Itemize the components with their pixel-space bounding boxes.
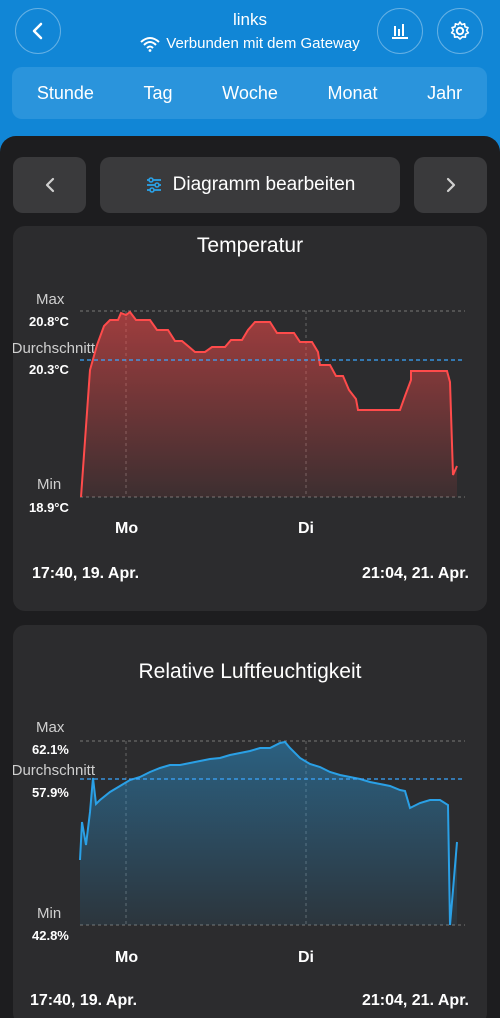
end-timestamp: 21:04, 21. Apr. (361, 992, 469, 1009)
humidity-area (80, 742, 457, 925)
day-label-di: Di (298, 949, 314, 966)
humidity-plot (79, 740, 465, 926)
day-label-mo: Mo (115, 949, 139, 966)
start-timestamp: 17:40, 19. Apr. (30, 992, 138, 1009)
